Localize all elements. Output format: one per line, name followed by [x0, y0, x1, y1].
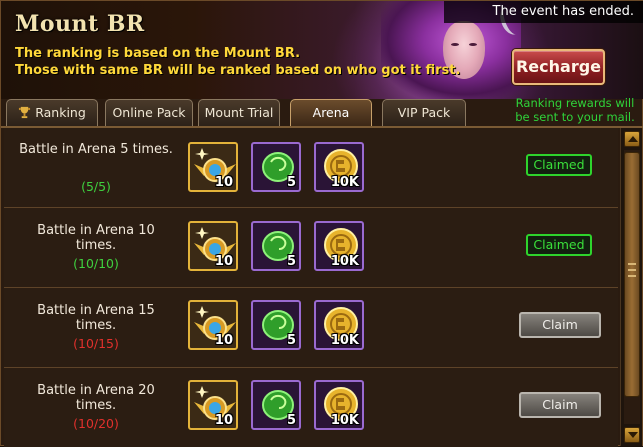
ranking-description-line2: Those with same BR will be ranked based …: [15, 63, 461, 78]
reward-item[interactable]: 10K: [314, 142, 364, 192]
reward-qty: 10: [214, 333, 233, 348]
mail-note: Ranking rewards will be sent to your mai…: [506, 96, 643, 124]
tab-ranking[interactable]: Ranking: [6, 99, 98, 126]
reward-item[interactable]: 10: [188, 380, 238, 430]
page-title: Mount BR: [15, 11, 145, 37]
task-list: Battle in Arena 5 times. (5/5) 10 5 10K …: [4, 128, 618, 447]
claimed-badge: Claimed: [526, 154, 592, 176]
reward-qty: 10K: [330, 413, 359, 428]
reward-qty: 10: [214, 254, 233, 269]
scroll-up-arrow-icon[interactable]: [624, 131, 640, 147]
reward-item[interactable]: 5: [251, 380, 301, 430]
reward-qty: 10K: [330, 254, 359, 269]
header-banner: Mount BR The event has ended. The rankin…: [1, 1, 643, 99]
scroll-thumb[interactable]: [624, 152, 640, 397]
reward-qty: 5: [286, 254, 296, 269]
tab-mount-trial-label: Mount Trial: [204, 105, 274, 120]
tab-vip-pack[interactable]: VIP Pack: [382, 99, 466, 126]
tab-online-pack-label: Online Pack: [112, 105, 186, 120]
reward-item[interactable]: 5: [251, 221, 301, 271]
event-status: The event has ended.: [444, 1, 643, 23]
task-description: Battle in Arena 15 times. (10/15): [6, 288, 186, 368]
reward-item[interactable]: 10K: [314, 300, 364, 350]
reward-qty: 10K: [330, 175, 359, 190]
character-eye: [469, 43, 477, 46]
task-text-line1: Battle in Arena 20: [37, 383, 155, 398]
reward-qty: 10: [214, 413, 233, 428]
event-window: Mount BR The event has ended. The rankin…: [0, 0, 643, 447]
task-text-line2: times.: [75, 398, 117, 413]
task-description: Battle in Arena 5 times. (5/5): [6, 128, 186, 208]
task-text-line1: Battle in Arena 5 times.: [19, 142, 173, 157]
reward-item[interactable]: 10K: [314, 221, 364, 271]
tab-arena[interactable]: Arena: [290, 99, 372, 126]
scrollbar[interactable]: [620, 128, 642, 446]
scroll-grip: [628, 263, 636, 265]
task-row: Battle in Arena 10 times. (10/10) 10 5 1…: [4, 208, 618, 288]
trophy-icon: [19, 106, 31, 119]
task-text-line1: Battle in Arena 10: [37, 223, 155, 238]
scroll-grip: [628, 269, 636, 271]
task-text-line1: Battle in Arena 15: [37, 303, 155, 318]
reward-qty: 10: [214, 175, 233, 190]
reward-qty: 5: [286, 175, 296, 190]
mail-note-line1: Ranking rewards will: [515, 96, 635, 110]
ranking-description-line1: The ranking is based on the Mount BR.: [15, 46, 301, 61]
reward-qty: 5: [286, 413, 296, 428]
task-row: Battle in Arena 5 times. (5/5) 10 5 10K …: [4, 128, 618, 208]
tab-arena-label: Arena: [312, 105, 350, 120]
reward-item[interactable]: 10K: [314, 380, 364, 430]
claim-button[interactable]: Claim: [519, 312, 601, 338]
reward-item[interactable]: 5: [251, 300, 301, 350]
reward-qty: 5: [286, 333, 296, 348]
task-progress: (10/20): [73, 416, 119, 431]
reward-item[interactable]: 10: [188, 142, 238, 192]
task-progress: (10/10): [73, 256, 119, 271]
character-eye: [451, 43, 459, 46]
task-text-line2: times.: [75, 238, 117, 253]
tab-ranking-label: Ranking: [35, 105, 86, 120]
mail-note-line2: be sent to your mail.: [515, 110, 635, 124]
claim-button[interactable]: Claim: [519, 392, 601, 418]
task-progress: (10/15): [73, 336, 119, 351]
task-row: Battle in Arena 15 times. (10/15) 10 5 1…: [4, 288, 618, 368]
reward-item[interactable]: 10: [188, 300, 238, 350]
task-description: Battle in Arena 20 times. (10/20): [6, 368, 186, 447]
task-description: Battle in Arena 10 times. (10/10): [6, 208, 186, 288]
tab-online-pack[interactable]: Online Pack: [105, 99, 193, 126]
task-progress: (5/5): [81, 179, 111, 194]
reward-item[interactable]: 5: [251, 142, 301, 192]
recharge-button[interactable]: Recharge: [512, 49, 605, 85]
reward-item[interactable]: 10: [188, 221, 238, 271]
tab-vip-pack-label: VIP Pack: [397, 105, 451, 120]
scroll-down-arrow-icon[interactable]: [624, 427, 640, 443]
reward-qty: 10K: [330, 333, 359, 348]
claimed-badge: Claimed: [526, 234, 592, 256]
task-row: Battle in Arena 20 times. (10/20) 10 5 1…: [4, 368, 618, 447]
task-text-line2: times.: [75, 318, 117, 333]
scroll-grip: [628, 275, 636, 277]
tab-mount-trial[interactable]: Mount Trial: [198, 99, 280, 126]
